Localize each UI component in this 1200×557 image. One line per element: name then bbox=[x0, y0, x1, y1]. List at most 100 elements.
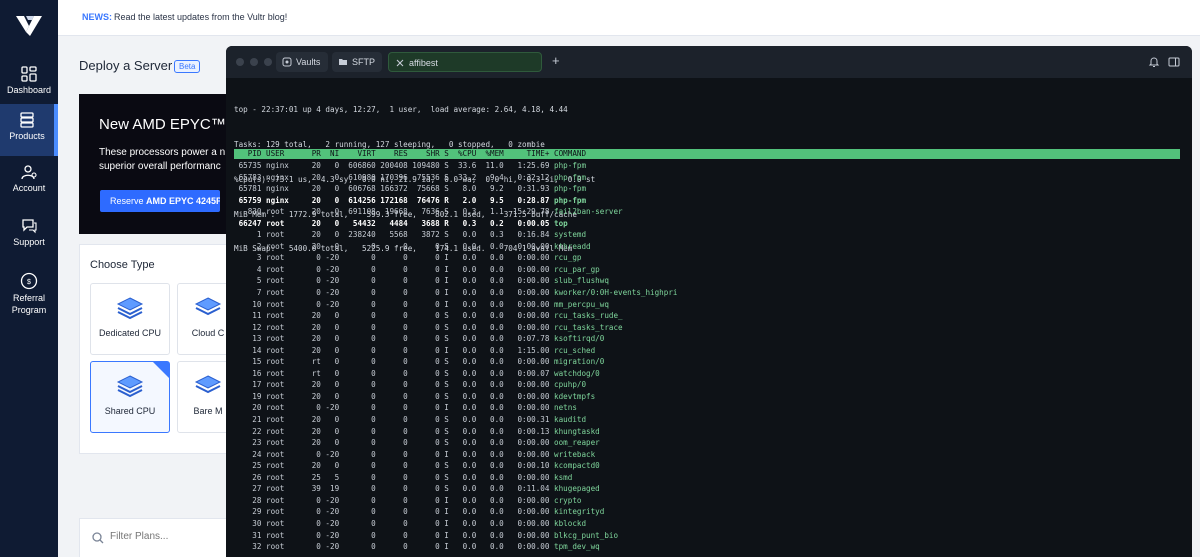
process-command: kauditd bbox=[554, 415, 587, 425]
sidebar-item-label: Account bbox=[12, 183, 46, 193]
process-fields: 65783 nginx 20 0 610980 170396 75536 S 3… bbox=[234, 172, 555, 182]
process-table: 65735 nginx 20 0 606860 200408 109480 S … bbox=[234, 160, 678, 553]
summary-line: top - 22:37:01 up 4 days, 12:27, 1 user,… bbox=[234, 105, 568, 115]
process-row: 65781 nginx 20 0 606768 166372 75668 S 8… bbox=[234, 183, 677, 195]
process-fields: 12 root 20 0 0 0 0 S 0.0 0.0 0:00.00 bbox=[234, 322, 555, 332]
process-row: 23 root 20 0 0 0 0 S 0.0 0.0 0:00.00 oom… bbox=[234, 437, 677, 449]
process-command: watchdog/0 bbox=[554, 368, 600, 378]
process-fields: 66247 root 20 0 54432 4484 3688 R 0.3 0.… bbox=[234, 218, 555, 228]
search-icon bbox=[92, 532, 104, 544]
process-command: rcu_tasks_rude_ bbox=[554, 311, 623, 321]
process-fields: 21 root 20 0 0 0 0 S 0.0 0.0 0:00.31 bbox=[234, 415, 555, 425]
sidebar-item-dashboard[interactable]: Dashboard bbox=[0, 58, 58, 110]
type-card-dedicated-cpu[interactable]: Dedicated CPU bbox=[90, 283, 170, 355]
referral-icon: $ bbox=[20, 272, 38, 290]
terminal-window[interactable]: Vaults SFTP affibest + top - 22:37:01 up… bbox=[226, 46, 1192, 557]
bare-metal-icon bbox=[194, 375, 222, 394]
tab-affibest[interactable]: affibest bbox=[388, 52, 542, 72]
process-row: 31 root 0 -20 0 0 0 I 0.0 0.0 0:00.00 bl… bbox=[234, 530, 677, 542]
process-command: kthreadd bbox=[554, 241, 591, 251]
tab-vaults[interactable]: Vaults bbox=[276, 52, 328, 72]
process-command: slub_flushwq bbox=[554, 276, 609, 286]
process-row: 19 root 20 0 0 0 0 S 0.0 0.0 0:00.00 kde… bbox=[234, 391, 677, 403]
cloud-server-icon bbox=[194, 297, 222, 316]
process-fields: 20 root 0 -20 0 0 0 I 0.0 0.0 0:00.00 bbox=[234, 403, 555, 413]
process-row: 12 root 20 0 0 0 0 S 0.0 0.0 0:00.00 rcu… bbox=[234, 322, 677, 334]
promo-banner: New AMD EPYC™ 4 These processors power a… bbox=[79, 94, 239, 234]
process-row: 3 root 0 -20 0 0 0 I 0.0 0.0 0:00.00 rcu… bbox=[234, 252, 677, 264]
bell-icon[interactable] bbox=[1148, 56, 1160, 68]
process-row: 65735 nginx 20 0 606860 200408 109480 S … bbox=[234, 160, 677, 172]
window-maximize-button[interactable] bbox=[264, 58, 272, 66]
process-row: 15 root rt 0 0 0 0 S 0.0 0.0 0:00.00 mig… bbox=[234, 356, 677, 368]
server-stack-icon bbox=[116, 297, 144, 320]
process-fields: 10 root 0 -20 0 0 0 I 0.0 0.0 0:00.00 bbox=[234, 299, 555, 309]
sidebar-item-products[interactable]: Products bbox=[0, 104, 58, 156]
close-icon[interactable] bbox=[395, 58, 405, 68]
process-row: 830 root 20 0 691108 19668 7636 S 0.3 1.… bbox=[234, 206, 677, 218]
process-command: oom_reaper bbox=[554, 438, 600, 448]
process-command: php-fpm bbox=[554, 161, 587, 170]
process-row: 25 root 20 0 0 0 0 S 0.0 0.0 0:00.10 kco… bbox=[234, 460, 677, 472]
process-row: 20 root 0 -20 0 0 0 I 0.0 0.0 0:00.00 ne… bbox=[234, 402, 677, 414]
process-command: php-fpm bbox=[554, 172, 587, 182]
sidebar-item-account[interactable]: Account bbox=[0, 156, 58, 208]
choose-type-title: Choose Type bbox=[90, 259, 155, 271]
new-tab-button[interactable]: + bbox=[552, 54, 560, 68]
process-command: khungtaskd bbox=[554, 426, 600, 436]
promo-text: These processors power a n superior over… bbox=[99, 146, 225, 174]
process-row: 66247 root 20 0 54432 4484 3688 R 0.3 0.… bbox=[234, 218, 677, 230]
reserve-button-prefix: Reserve bbox=[110, 196, 147, 206]
page-title: Deploy a Server bbox=[79, 58, 173, 73]
process-fields: 15 root rt 0 0 0 0 S 0.0 0.0 0:00.00 bbox=[234, 357, 555, 367]
process-row: 65783 nginx 20 0 610980 170396 75536 S 3… bbox=[234, 172, 677, 184]
process-fields: 29 root 0 -20 0 0 0 I 0.0 0.0 0:00.00 bbox=[234, 507, 555, 517]
vultr-logo[interactable] bbox=[14, 14, 44, 38]
sidebar-item-support[interactable]: Support bbox=[0, 210, 58, 262]
process-row: 21 root 20 0 0 0 0 S 0.0 0.0 0:00.31 kau… bbox=[234, 414, 677, 426]
sidebar-item-referral[interactable]: $ Referral Program bbox=[0, 264, 58, 324]
process-row: 29 root 0 -20 0 0 0 I 0.0 0.0 0:00.00 ki… bbox=[234, 506, 677, 518]
process-fields: 30 root 0 -20 0 0 0 I 0.0 0.0 0:00.00 bbox=[234, 518, 555, 528]
process-row: 14 root 20 0 0 0 0 I 0.0 0.0 1:15.00 rcu… bbox=[234, 345, 677, 357]
svg-text:$: $ bbox=[27, 279, 31, 286]
process-row: 30 root 0 -20 0 0 0 I 0.0 0.0 0:00.00 kb… bbox=[234, 518, 677, 530]
window-close-button[interactable] bbox=[236, 58, 244, 66]
news-bar: NEWS: Read the latest updates from the V… bbox=[58, 0, 1200, 36]
news-label: NEWS: bbox=[82, 12, 112, 22]
dashboard-icon bbox=[21, 66, 37, 82]
process-fields: 23 root 20 0 0 0 0 S 0.0 0.0 0:00.00 bbox=[234, 438, 555, 448]
reserve-button[interactable]: Reserve AMD EPYC 4245P bbox=[100, 190, 220, 212]
account-icon bbox=[21, 165, 37, 180]
terminal-titlebar: Vaults SFTP affibest + bbox=[226, 46, 1192, 78]
type-card-shared-cpu[interactable]: Shared CPU bbox=[90, 361, 170, 433]
process-command: crypto bbox=[554, 495, 582, 505]
process-command: kdevtmpfs bbox=[554, 391, 596, 401]
tab-label: affibest bbox=[409, 58, 438, 68]
news-link[interactable]: Read the latest updates from the Vultr b… bbox=[114, 12, 287, 22]
reserve-button-model: AMD EPYC 4245P bbox=[146, 196, 220, 206]
tab-label: Vaults bbox=[296, 57, 321, 67]
process-fields: 31 root 0 -20 0 0 0 I 0.0 0.0 0:00.00 bbox=[234, 530, 555, 540]
window-minimize-button[interactable] bbox=[250, 58, 258, 66]
process-command: systemd bbox=[554, 230, 587, 240]
process-row: 22 root 20 0 0 0 0 S 0.0 0.0 0:00.13 khu… bbox=[234, 426, 677, 438]
process-command: kblockd bbox=[554, 518, 587, 528]
shared-server-icon bbox=[116, 375, 144, 398]
process-command: blkcg_punt_bio bbox=[554, 530, 619, 540]
filter-plans-input[interactable] bbox=[110, 531, 220, 542]
process-fields: 22 root 20 0 0 0 0 S 0.0 0.0 0:00.13 bbox=[234, 426, 555, 436]
process-table-header: PID USER PR NI VIRT RES SHR S %CPU %MEM … bbox=[234, 149, 1180, 159]
process-command: rcu_par_gp bbox=[554, 264, 600, 274]
process-fields: 26 root 25 5 0 0 0 S 0.0 0.0 0:00.00 bbox=[234, 472, 555, 482]
process-fields: 5 root 0 -20 0 0 0 I 0.0 0.0 0:00.00 bbox=[234, 276, 555, 286]
tab-sftp[interactable]: SFTP bbox=[332, 52, 382, 72]
process-row: 24 root 0 -20 0 0 0 I 0.0 0.0 0:00.00 wr… bbox=[234, 449, 677, 461]
type-card-label: Shared CPU bbox=[104, 406, 156, 416]
process-fields: 1 root 20 0 238240 5568 3872 S 0.0 0.3 0… bbox=[234, 230, 555, 240]
process-fields: 16 root rt 0 0 0 0 S 0.0 0.0 0:00.07 bbox=[234, 368, 555, 378]
process-command: netns bbox=[554, 403, 577, 413]
process-command: ksmd bbox=[554, 472, 573, 482]
sidebar-toggle-icon[interactable] bbox=[1168, 56, 1180, 68]
process-fields: 2 root 20 0 0 0 0 S 0.0 0.0 0:00.00 bbox=[234, 241, 555, 251]
